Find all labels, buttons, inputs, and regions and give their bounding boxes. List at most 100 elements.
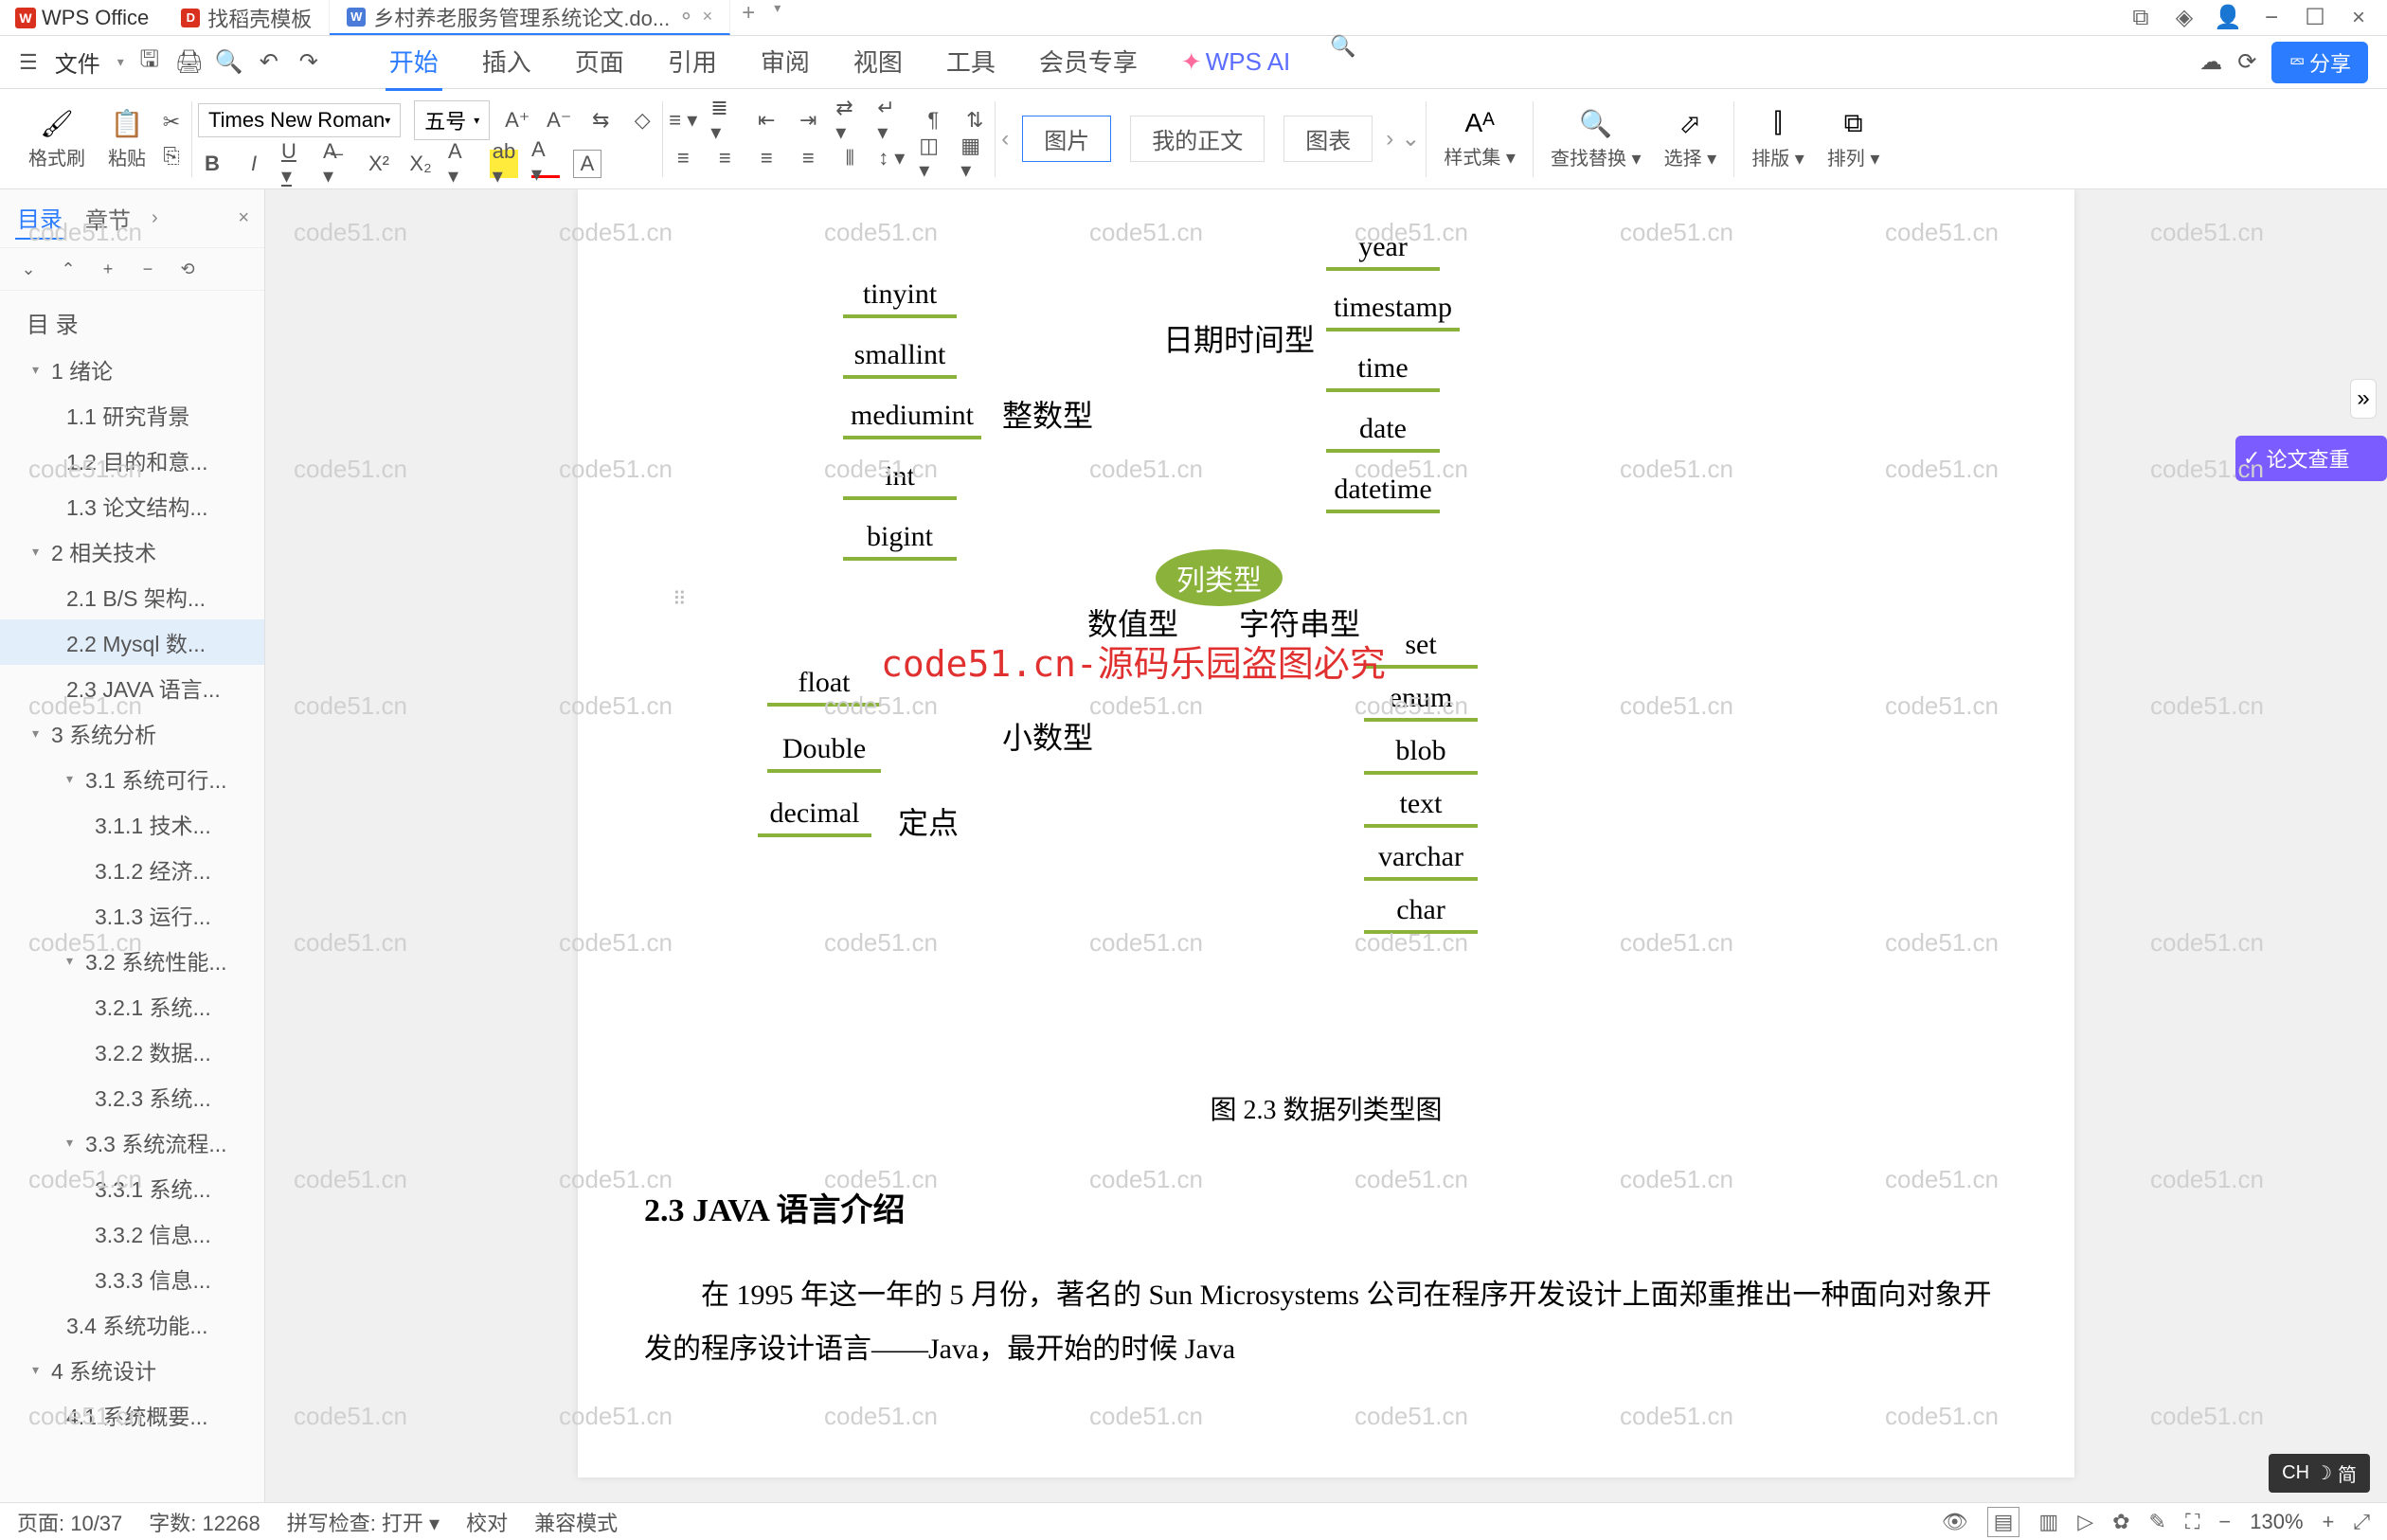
- fit-icon[interactable]: ⛶: [2185, 1510, 2199, 1534]
- shading-icon[interactable]: ◫ ▾: [919, 144, 947, 172]
- toc-item[interactable]: ▾3.3 系统流程...: [0, 1119, 264, 1165]
- line-break-icon[interactable]: ↵ ▾: [877, 106, 906, 134]
- toc-item[interactable]: 1.3 论文结构...: [0, 483, 264, 528]
- underline-button[interactable]: U ▾: [281, 150, 310, 178]
- toc-item[interactable]: 3.3.3 信息...: [0, 1256, 264, 1301]
- collapse-side-icon[interactable]: »: [2350, 379, 2376, 419]
- toc-item[interactable]: 3.3.2 信息...: [0, 1210, 264, 1256]
- size-select[interactable]: 五号▾: [414, 100, 490, 140]
- char-shading-icon[interactable]: A: [573, 150, 601, 178]
- search-icon[interactable]: 🔍: [1330, 34, 1355, 91]
- edit-icon[interactable]: ✎: [2149, 1510, 2166, 1534]
- indent-icon[interactable]: ⇥: [794, 106, 822, 134]
- tab-dropdown-icon[interactable]: ▾: [766, 0, 788, 35]
- find-replace-button[interactable]: 🔍查找替换 ▾: [1539, 97, 1653, 182]
- toc-item[interactable]: ▾3 系统分析: [0, 710, 264, 756]
- align-justify-icon[interactable]: ≡: [794, 144, 822, 172]
- format-painter-group[interactable]: 🖌 格式刷: [17, 97, 97, 182]
- focus-icon[interactable]: ✿: [2112, 1510, 2129, 1534]
- remove-icon[interactable]: −: [136, 258, 159, 280]
- share-button[interactable]: ⮹分享: [2271, 42, 2368, 83]
- ime-indicator[interactable]: CH☽简: [2269, 1454, 2370, 1493]
- qat-redo-icon[interactable]: ↷: [295, 48, 323, 77]
- qat-preview-icon[interactable]: 🔍: [215, 48, 243, 77]
- tab-tools[interactable]: 工具: [942, 34, 999, 91]
- italic-button[interactable]: I: [240, 150, 268, 178]
- spell-check-status[interactable]: 拼写检查: 打开 ▾: [287, 1507, 440, 1537]
- clear-format-icon[interactable]: ◇: [628, 106, 656, 134]
- cube-icon[interactable]: ◈: [2171, 5, 2198, 31]
- zoom-level[interactable]: 130%: [2250, 1510, 2303, 1534]
- toc-item[interactable]: 3.1.2 经济...: [0, 847, 264, 892]
- shrink-font-icon[interactable]: A⁻: [545, 106, 573, 134]
- line-spacing-icon[interactable]: ↕ ▾: [877, 144, 906, 172]
- style-nav-left-icon[interactable]: ‹: [1001, 126, 1009, 152]
- highlight-icon[interactable]: ab ▾: [490, 150, 518, 178]
- qat-undo-icon[interactable]: ↶: [255, 48, 283, 77]
- sync-icon[interactable]: ⟳: [2237, 48, 2256, 76]
- close-window-icon[interactable]: ×: [2345, 5, 2372, 31]
- nav-tab-chapter[interactable]: 章节: [83, 198, 133, 239]
- grow-font-icon[interactable]: A⁺: [503, 106, 531, 134]
- file-menu[interactable]: 文件: [49, 45, 106, 79]
- hamburger-icon[interactable]: ☰: [19, 50, 38, 75]
- word-count[interactable]: 字数: 12268: [149, 1507, 260, 1537]
- tab-review[interactable]: 审阅: [757, 34, 814, 91]
- add-icon[interactable]: +: [97, 258, 119, 280]
- tab-document[interactable]: W 乡村养老服务管理系统论文.do... ⚬ ×: [330, 0, 730, 35]
- numbering-icon[interactable]: ≣ ▾: [710, 106, 739, 134]
- tab-templates[interactable]: D 找稻壳模板: [164, 0, 330, 35]
- qat-save-icon[interactable]: 🖫: [135, 48, 164, 77]
- document-area[interactable]: ⠿ 列类型数值型整数型tinyintsmallintmediumintintbi…: [265, 189, 2387, 1504]
- align-right-icon[interactable]: ≡: [752, 144, 781, 172]
- tab-view[interactable]: 视图: [850, 34, 906, 91]
- web-layout-icon[interactable]: ▥: [2038, 1510, 2058, 1534]
- link-icon[interactable]: ⟲: [176, 258, 199, 280]
- new-tab-button[interactable]: +: [730, 0, 766, 35]
- collapse-icon[interactable]: ⌄: [17, 258, 40, 280]
- zoom-out-icon[interactable]: −: [2218, 1510, 2231, 1534]
- toc-item[interactable]: ▾2 相关技术: [0, 528, 264, 574]
- tab-member[interactable]: 会员专享: [1035, 34, 1141, 91]
- maximize-icon[interactable]: ☐: [2302, 5, 2328, 31]
- nav-tab-toc[interactable]: 目录: [15, 197, 64, 240]
- font-select[interactable]: Times New Roman▾: [198, 103, 401, 137]
- bold-button[interactable]: B: [198, 150, 226, 178]
- font-color-icon[interactable]: A ▾: [531, 150, 560, 178]
- arrange-button[interactable]: ⫿排版 ▾: [1740, 97, 1816, 182]
- strike-button[interactable]: A̶ ▾: [323, 150, 351, 178]
- paper-check-button[interactable]: ✓论文查重: [2235, 436, 2387, 481]
- toc-item[interactable]: ▾1 绪论: [0, 347, 264, 392]
- style-expand-icon[interactable]: ⌄: [1401, 125, 1420, 152]
- toc-item[interactable]: 3.4 系统功能...: [0, 1301, 264, 1347]
- cloud-icon[interactable]: ☁: [2199, 48, 2222, 76]
- distribute-icon[interactable]: ⫴: [835, 144, 864, 172]
- toc-item[interactable]: 2.1 B/S 架构...: [0, 574, 264, 619]
- toc-item[interactable]: 3.3.1 系统...: [0, 1165, 264, 1210]
- align-button[interactable]: ⧉排列 ▾: [1816, 97, 1892, 182]
- tab-home[interactable]: 开始: [386, 34, 442, 91]
- tab-reference[interactable]: 引用: [664, 34, 721, 91]
- multi-window-icon[interactable]: ⧉: [2127, 5, 2154, 31]
- outdent-icon[interactable]: ⇤: [752, 106, 781, 134]
- qat-print-icon[interactable]: 🖨: [175, 48, 204, 77]
- subscript-button[interactable]: X₂: [406, 150, 435, 178]
- toc-item[interactable]: 3.2.1 系统...: [0, 983, 264, 1029]
- pin-icon[interactable]: ⚬: [677, 5, 694, 29]
- text-direction-icon[interactable]: ⇅: [960, 106, 989, 134]
- toc-item[interactable]: 3.1.3 运行...: [0, 892, 264, 938]
- nav-close-icon[interactable]: ×: [238, 207, 249, 229]
- toc-item[interactable]: 3.2.2 数据...: [0, 1029, 264, 1074]
- show-marks-icon[interactable]: ¶: [919, 106, 947, 134]
- align-center-icon[interactable]: ≡: [710, 144, 739, 172]
- zoom-in-icon[interactable]: +: [2323, 1510, 2335, 1534]
- toc-item[interactable]: ▾4 系统设计: [0, 1347, 264, 1392]
- toc-item[interactable]: ▾3.1 系统可行...: [0, 756, 264, 801]
- toc-item[interactable]: 2.3 JAVA 语言...: [0, 665, 264, 710]
- style-pic[interactable]: 图片: [1022, 116, 1111, 162]
- style-body[interactable]: 我的正文: [1130, 116, 1265, 162]
- char-scale-icon[interactable]: ⇆: [586, 106, 615, 134]
- nav-arrow-icon[interactable]: ›: [152, 207, 158, 229]
- tab-wps-ai[interactable]: ✦WPS AI: [1177, 34, 1294, 91]
- close-tab-icon[interactable]: ×: [703, 7, 713, 27]
